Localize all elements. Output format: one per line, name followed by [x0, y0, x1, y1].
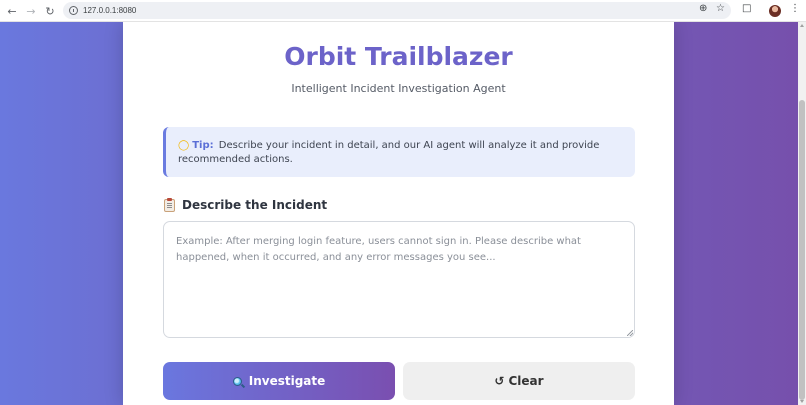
investigate-button[interactable]: Investigate: [163, 362, 395, 400]
browser-toolbar: ← → ↻ 127.0.0.1:8080 ⊕ ☆ □ ⋮: [0, 0, 806, 22]
clear-button-label: Clear: [508, 374, 544, 388]
lightbulb-icon: ◯: [178, 140, 190, 151]
tip-label: Tip:: [192, 140, 214, 151]
tip-box: ◯ Tip: Describe your incident in detail, …: [163, 127, 635, 177]
back-arrow-icon[interactable]: ←: [3, 2, 21, 20]
reload-icon[interactable]: ↻: [41, 2, 59, 20]
clear-button[interactable]: ↺ Clear: [403, 362, 635, 400]
investigate-button-label: Investigate: [248, 374, 326, 388]
tip-text: Describe your incident in detail, and ou…: [178, 140, 600, 165]
clipboard-icon: [164, 197, 175, 212]
profile-avatar[interactable]: [769, 5, 781, 17]
bookmark-star-icon[interactable]: ☆: [716, 3, 725, 14]
scroll-down-arrow-icon[interactable]: [800, 400, 804, 403]
incident-label-text: Describe the Incident: [182, 198, 328, 212]
page-title: Orbit Trailblazer: [284, 42, 513, 71]
page-viewport: Orbit Trailblazer Intelligent Incident I…: [0, 22, 798, 405]
incident-section-label: Describe the Incident: [164, 197, 328, 212]
menu-kebab-icon[interactable]: ⋮: [790, 3, 800, 14]
main-card: Orbit Trailblazer Intelligent Incident I…: [123, 22, 674, 405]
page-subtitle: Intelligent Incident Investigation Agent: [291, 82, 506, 95]
incident-description-input[interactable]: [163, 221, 635, 338]
scroll-up-arrow-icon[interactable]: [800, 24, 804, 27]
address-url[interactable]: 127.0.0.1:8080: [83, 6, 136, 15]
address-bar[interactable]: 127.0.0.1:8080: [63, 2, 731, 19]
site-info-icon[interactable]: [69, 6, 78, 15]
zoom-icon[interactable]: ⊕: [699, 3, 707, 14]
forward-arrow-icon[interactable]: →: [22, 2, 40, 20]
scrollbar-thumb[interactable]: [799, 100, 805, 400]
magnifier-icon: [232, 376, 242, 386]
page-scrollbar[interactable]: [798, 22, 806, 405]
refresh-icon: ↺: [494, 374, 505, 388]
extensions-icon[interactable]: □: [742, 3, 751, 14]
textarea-resize-handle[interactable]: [627, 330, 633, 336]
